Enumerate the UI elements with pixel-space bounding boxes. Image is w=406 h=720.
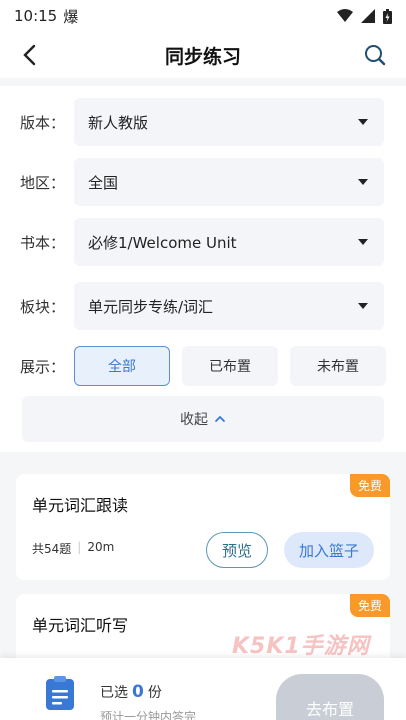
display-row: 展示： 全部 已布置 未布置 (20, 346, 386, 386)
section-value: 单元同步专练/词汇 (88, 297, 214, 316)
card-meta: 共54题 | 20m (32, 540, 114, 557)
edition-row: 版本： 新人教版 (20, 98, 384, 146)
free-badge: 免费 (349, 594, 390, 617)
network-speed-icon: 爆 (63, 7, 79, 26)
collapse-label: 收起 (180, 412, 208, 428)
status-bar: 10:15 爆 (0, 0, 406, 32)
card-title: 单元词汇跟读 (32, 496, 129, 515)
estimate-text: 预计一分钟内答完 (100, 710, 197, 720)
dropdown-caret-icon (358, 179, 368, 185)
display-label: 展示： (20, 357, 66, 376)
region-row: 地区： 全国 (20, 158, 384, 206)
status-icons (337, 8, 392, 24)
wifi-icon (337, 9, 353, 22)
filter-panel: 版本： 新人教版 地区： 全国 书本： 必修1/Welcome Unit 板块：… (0, 86, 406, 452)
display-option-unassigned[interactable]: 未布置 (290, 346, 386, 386)
card-title: 单元词汇听写 (32, 616, 129, 635)
section-select[interactable]: 单元同步专练/词汇 (74, 282, 384, 330)
back-arrow-icon (23, 44, 36, 66)
status-time: 10:15 (14, 7, 58, 25)
nav-bar: 同步练习 (0, 32, 406, 78)
selected-suffix: 份 (147, 685, 162, 701)
back-button[interactable] (14, 40, 44, 70)
page-title: 同步练习 (164, 45, 241, 68)
selected-prefix: 已选 (100, 685, 128, 701)
display-options: 全部 已布置 未布置 (74, 346, 386, 386)
assign-button[interactable]: 去布置 (276, 674, 384, 720)
dropdown-caret-icon (358, 303, 368, 309)
watermark-logo: K5K1手游网 (232, 634, 370, 659)
add-to-basket-button[interactable]: 加入篮子 (284, 532, 374, 568)
battery-icon (383, 8, 392, 24)
search-button[interactable] (360, 40, 390, 70)
collapse-button[interactable]: 收起 (22, 396, 384, 442)
display-option-all[interactable]: 全部 (74, 346, 170, 386)
region-value: 全国 (88, 173, 119, 192)
book-value: 必修1/Welcome Unit (88, 233, 237, 252)
basket-icon[interactable] (46, 676, 74, 710)
section-label: 板块： (20, 297, 66, 316)
dropdown-caret-icon (358, 239, 368, 245)
section-row: 板块： 单元同步专练/词汇 (20, 282, 384, 330)
edition-label: 版本： (20, 113, 66, 132)
signal-icon (361, 9, 375, 23)
duration: 20m (87, 540, 115, 554)
selected-summary: 已选 0 份 (100, 682, 162, 702)
free-badge: 免费 (349, 474, 390, 497)
selected-count: 0 (132, 682, 144, 702)
meta-divider: | (77, 540, 82, 554)
bottom-bar: 已选 0 份 预计一分钟内答完 去布置 (0, 658, 406, 720)
edition-value: 新人教版 (88, 113, 149, 132)
preview-button[interactable]: 预览 (206, 532, 268, 568)
question-count: 共54题 (32, 542, 72, 556)
book-select[interactable]: 必修1/Welcome Unit (74, 218, 384, 266)
book-label: 书本： (20, 233, 66, 252)
exercise-card[interactable]: 免费 单元词汇跟读 共54题 | 20m 预览 加入篮子 (16, 474, 390, 580)
region-select[interactable]: 全国 (74, 158, 384, 206)
chevron-up-icon (215, 415, 225, 422)
book-row: 书本： 必修1/Welcome Unit (20, 218, 384, 266)
region-label: 地区： (20, 173, 66, 192)
search-icon (365, 45, 386, 66)
edition-select[interactable]: 新人教版 (74, 98, 384, 146)
display-option-assigned[interactable]: 已布置 (182, 346, 278, 386)
dropdown-caret-icon (358, 119, 368, 125)
